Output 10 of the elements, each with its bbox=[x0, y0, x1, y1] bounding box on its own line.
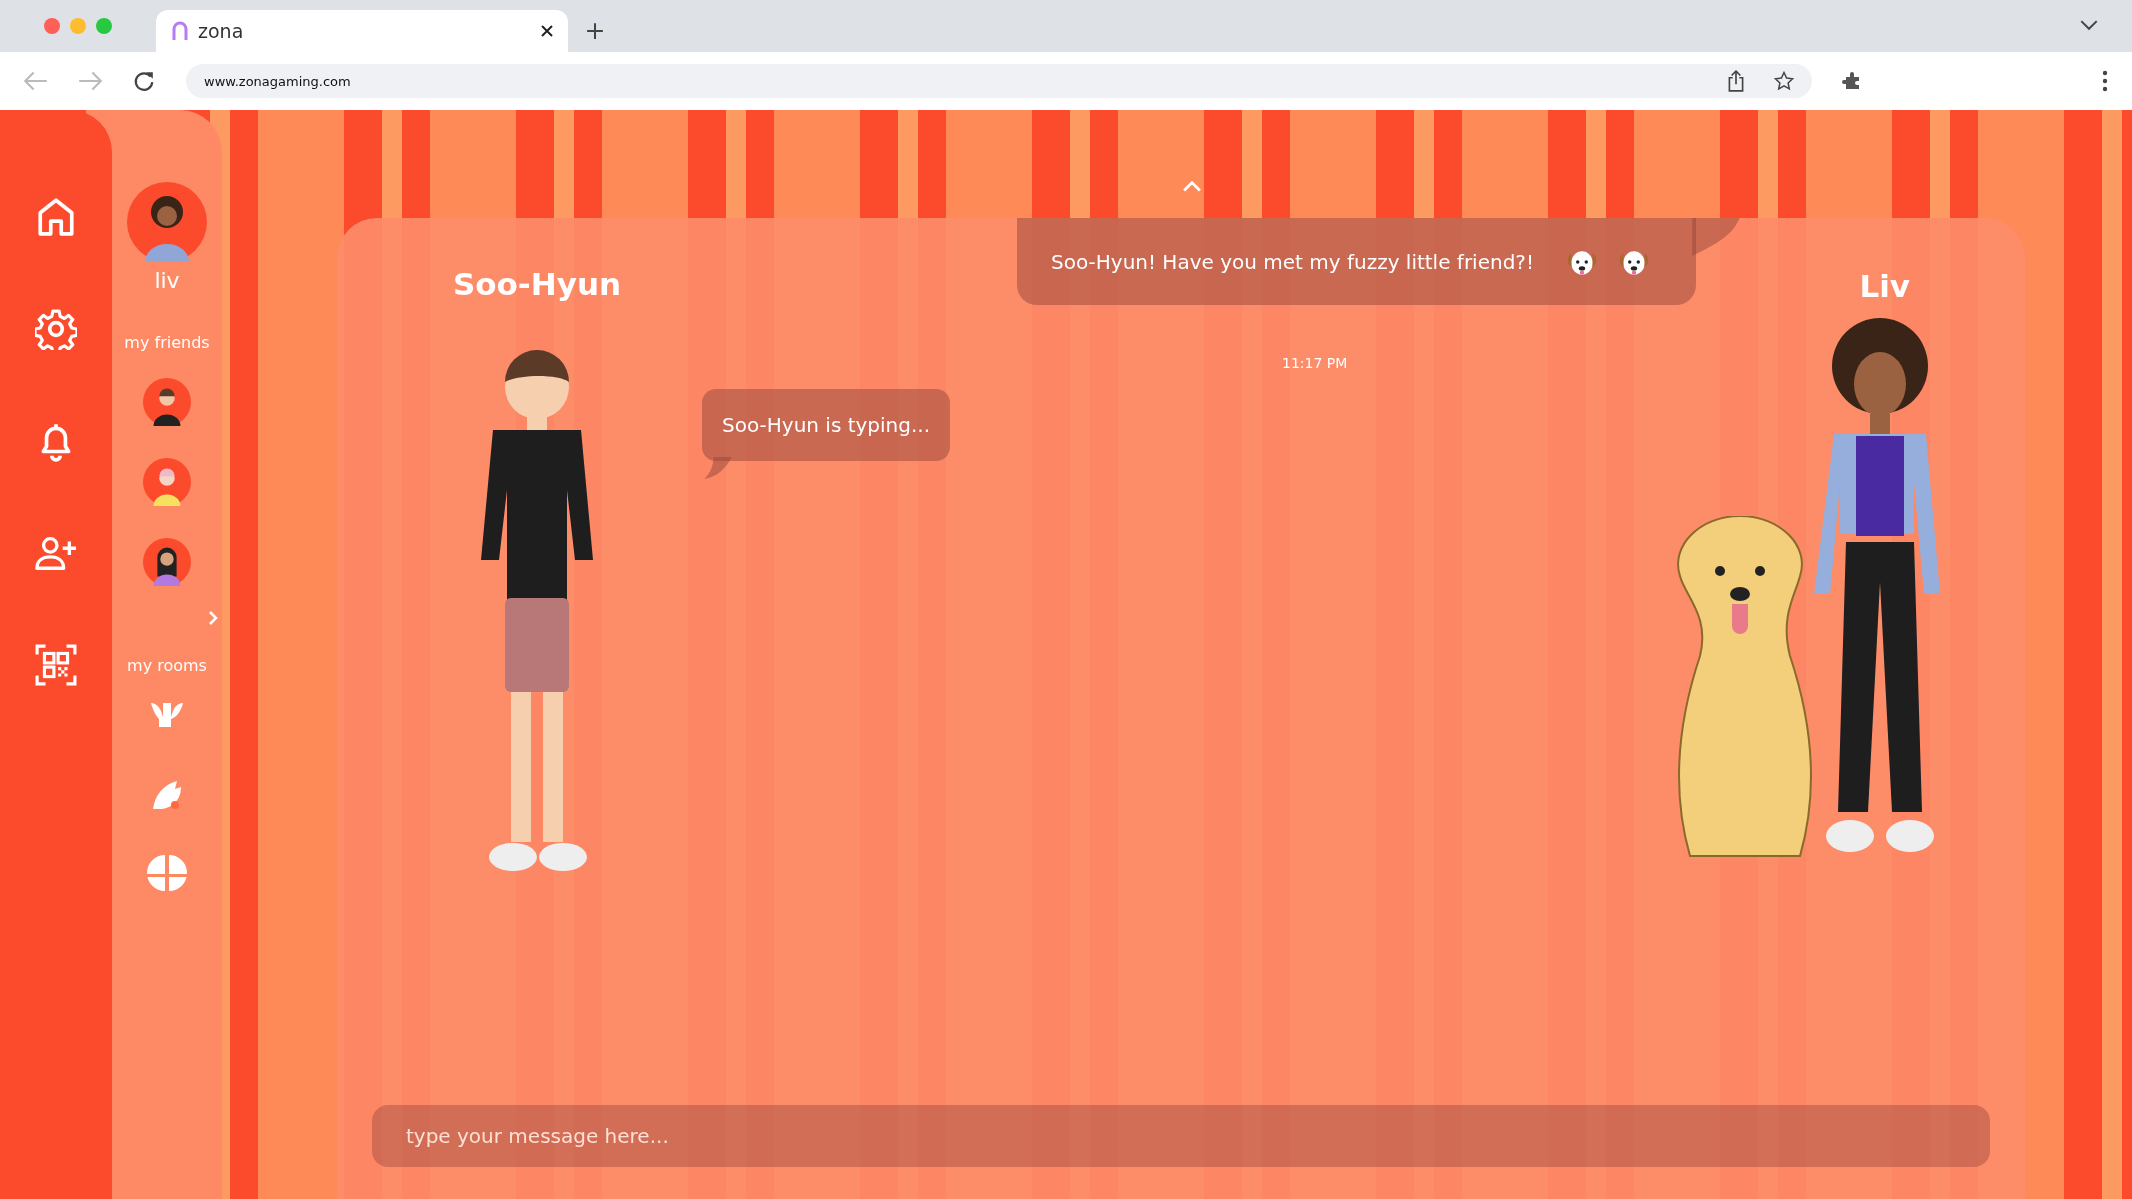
address-bar[interactable]: www.zonagaming.com bbox=[186, 64, 1812, 98]
user-name: Liv bbox=[1859, 268, 1910, 304]
section-label: my rooms bbox=[127, 656, 207, 675]
user-name: liv bbox=[154, 268, 180, 293]
typing-status-text: Soo-Hyun is typing... bbox=[722, 413, 931, 437]
section-label: my friends bbox=[124, 333, 210, 352]
partner-name: Soo-Hyun bbox=[452, 266, 622, 302]
message-timestamp: 11:17 PM bbox=[1282, 355, 1348, 371]
message-text: Soo-Hyun! Have you met my fuzzy little friend?! bbox=[1051, 249, 1534, 274]
browser-tab[interactable]: zona bbox=[156, 10, 568, 52]
